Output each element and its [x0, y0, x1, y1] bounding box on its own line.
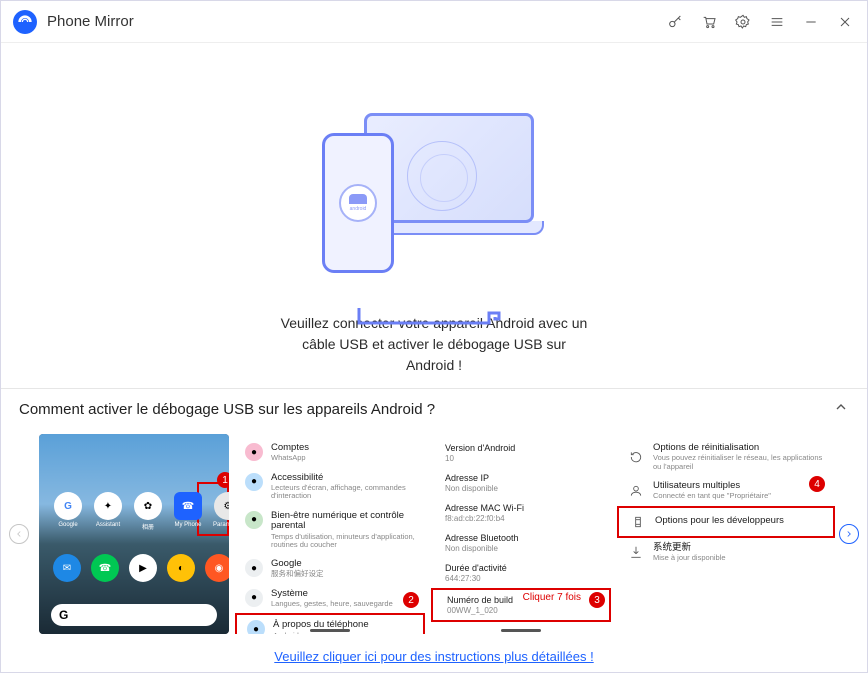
settings-item: ● ComptesWhatsApp [235, 438, 425, 468]
settings-item-icon: ● [245, 443, 263, 461]
about-value: f8:ad:cb:22:f0:b4 [445, 514, 597, 523]
system-item: Options de réinitialisationVous pouvez r… [617, 438, 835, 476]
settings-item-icon: ● [245, 473, 263, 491]
carousel-prev-button[interactable] [9, 524, 29, 544]
app-title: Phone Mirror [47, 13, 134, 30]
tutorial-panel-3: Version d'Android10Adresse IPNon disponi… [431, 434, 611, 634]
detailed-instructions-link[interactable]: Veuillez cliquer ici pour des instructio… [274, 649, 593, 664]
devops-icon [629, 513, 647, 531]
tutorial-panel-1: 1 GGoogle ✦Assistant ✿相册 ☎My Phone ⚙Para… [39, 434, 229, 634]
step-badge-3: 3 [589, 592, 605, 608]
settings-item-sub: Lecteurs d'écran, affichage, commandes d… [271, 484, 415, 501]
tutorial-panel-4: Options de réinitialisationVous pouvez r… [617, 434, 835, 634]
about-row: Durée d'activité644:27:30 [431, 558, 611, 588]
about-row: Adresse MAC Wi-Fif8:ad:cb:22:f0:b4 [431, 498, 611, 528]
footer: Veuillez cliquer ici pour des instructio… [1, 642, 867, 676]
system-item-title: 系统更新 [653, 543, 825, 553]
howto-title: Comment activer le débogage USB sur les … [19, 401, 435, 418]
about-row: Numéro de build00WW_1_020 [431, 588, 611, 622]
search-bar: G [51, 604, 217, 626]
settings-item-icon: ● [245, 511, 263, 529]
howto-header[interactable]: Comment activer le débogage USB sur les … [1, 389, 867, 430]
about-key: Adresse IP [445, 473, 597, 483]
app-logo-icon [13, 10, 37, 34]
reset-icon [627, 448, 645, 466]
tutorial-carousel: 1 GGoogle ✦Assistant ✿相册 ☎My Phone ⚙Para… [1, 430, 867, 642]
settings-item-sub: Temps d'utilisation, minuteurs d'applica… [271, 533, 415, 550]
about-key: Durée d'activité [445, 563, 597, 573]
about-row: Version d'Android10 [431, 438, 611, 468]
update-icon [627, 543, 645, 561]
settings-item-sub: Android [273, 632, 413, 634]
settings-icon[interactable] [733, 12, 753, 32]
system-item: 系统更新Mise à jour disponible [617, 538, 835, 568]
connect-illustration: android [304, 103, 564, 303]
about-key: Adresse MAC Wi-Fi [445, 503, 597, 513]
about-key: Adresse Bluetooth [445, 533, 597, 543]
menu-icon[interactable] [767, 12, 787, 32]
system-item-title: Options de réinitialisation [653, 443, 825, 453]
about-value: 644:27:30 [445, 574, 597, 583]
about-value: Non disponible [445, 544, 597, 553]
settings-item-icon: ● [247, 620, 265, 634]
settings-item-title: Bien-être numérique et contrôle parental [271, 511, 415, 532]
settings-item-title: Comptes [271, 443, 415, 453]
chevron-up-icon [833, 399, 849, 420]
settings-item-icon: ● [245, 589, 263, 607]
carousel-next-button[interactable] [839, 524, 859, 544]
settings-item: ● SystèmeLangues, gestes, heure, sauvegar… [235, 584, 425, 614]
settings-item-title: Google [271, 559, 415, 569]
system-item-sub: Connecté en tant que "Propriétaire" [653, 492, 825, 500]
system-item: Options pour les développeurs [617, 506, 835, 538]
about-value: 00WW_1_020 [447, 606, 595, 615]
settings-item: ● Bien-être numérique et contrôle parenta… [235, 506, 425, 554]
settings-item-title: Système [271, 589, 415, 599]
about-row: Adresse IPNon disponible [431, 468, 611, 498]
android-icon: android [339, 184, 377, 222]
system-item-sub: Vous pouvez réinitialiser le réseau, les… [653, 454, 825, 471]
user-icon [627, 482, 645, 500]
system-item-sub: Mise à jour disponible [653, 554, 825, 562]
about-value: 10 [445, 454, 597, 463]
settings-item: ● Google服务和偏好设定 [235, 554, 425, 584]
settings-item-title: Accessibilité [271, 473, 415, 483]
system-item: Utilisateurs multiplesConnecté en tant q… [617, 476, 835, 506]
titlebar: Phone Mirror [1, 1, 867, 43]
settings-item-sub: 服务和偏好设定 [271, 570, 415, 578]
tutorial-panel-2: ● ComptesWhatsApp ● AccessibilitéLecteurs d… [235, 434, 425, 634]
step-badge-4: 4 [809, 476, 825, 492]
key-icon[interactable] [665, 12, 685, 32]
system-item-title: Options pour les développeurs [655, 516, 823, 526]
close-icon[interactable] [835, 12, 855, 32]
about-row: Adresse BluetoothNon disponible [431, 528, 611, 558]
step-badge-1: 1 [217, 472, 229, 488]
settings-item-icon: ● [245, 559, 263, 577]
about-key: Version d'Android [445, 443, 597, 453]
click7-annotation: Cliquer 7 fois [523, 592, 581, 603]
about-value: Non disponible [445, 484, 597, 493]
settings-item: ● AccessibilitéLecteurs d'écran, affichag… [235, 468, 425, 506]
cart-icon[interactable] [699, 12, 719, 32]
minimize-icon[interactable] [801, 12, 821, 32]
settings-item-sub: WhatsApp [271, 454, 415, 462]
system-item-title: Utilisateurs multiples [653, 481, 825, 491]
settings-item-sub: Langues, gestes, heure, sauvegarde [271, 600, 415, 608]
step-badge-2: 2 [403, 592, 419, 608]
main-area: android Veuillez connecter votre apparei… [1, 43, 867, 388]
